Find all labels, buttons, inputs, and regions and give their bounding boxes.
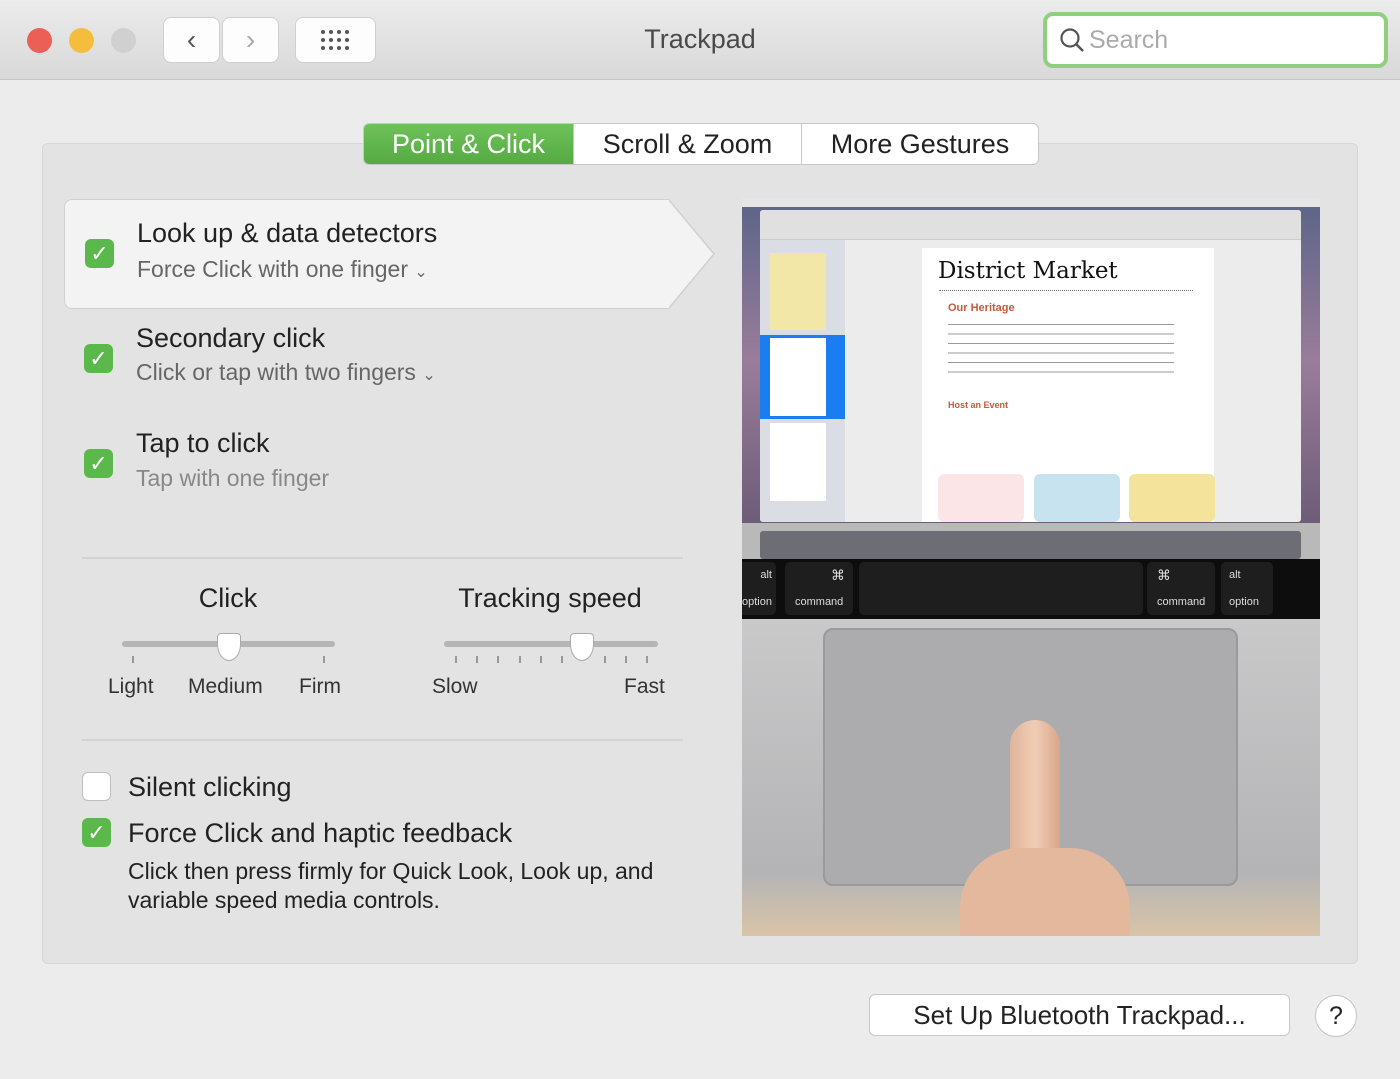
force-click-checkbox[interactable]: ✓ [82,818,111,847]
document-page: District Market Our Heritage Host an Eve… [922,248,1215,522]
key-command-right: ⌘ command [1147,562,1215,615]
menu-bar [742,198,1320,207]
divider [82,557,683,559]
pages-window: District Market Our Heritage Host an Eve… [760,210,1301,522]
card [1129,474,1215,522]
look-up-checkbox[interactable]: ✓ [85,239,114,268]
option-title: Look up & data detectors [137,218,438,248]
key-option-right: alt option [1221,562,1273,615]
tap-to-click-checkbox[interactable]: ✓ [84,449,113,478]
tick [497,656,500,663]
tick [561,656,564,663]
tick-label-slow: Slow [432,675,478,698]
tab-point-and-click[interactable]: Point & Click [364,124,574,164]
silent-clicking-checkbox[interactable] [82,772,111,801]
tab-scroll-and-zoom[interactable]: Scroll & Zoom [574,124,802,164]
option-secondary-click[interactable]: ✓ Secondary click Click or tap with two … [64,305,684,415]
thumbnail [770,423,826,501]
key-command-left: ⌘ command [785,562,853,615]
option-subtitle-menu[interactable]: Force Click with one finger ⌄ [137,256,428,283]
gesture-preview-video: District Market Our Heritage Host an Eve… [742,198,1320,936]
selection-arrow [668,199,715,309]
tick-label-fast: Fast [624,675,665,698]
tick-label-light: Light [108,675,154,698]
title-bar: ‹ › Trackpad Search [0,0,1400,80]
tick [624,656,627,663]
tab-more-gestures[interactable]: More Gestures [802,124,1038,164]
help-button[interactable]: ? [1315,995,1357,1037]
option-title: Tap to click [136,428,270,458]
tick [455,656,457,663]
hand [960,848,1130,936]
setup-bluetooth-trackpad-button[interactable]: Set Up Bluetooth Trackpad... [869,994,1290,1036]
silent-clicking-label: Silent clicking [128,772,292,802]
option-subtitle: Force Click with one finger [137,256,408,282]
tab-bar: Point & Click Scroll & Zoom More Gesture… [363,123,1039,165]
document-heading: Our Heritage [948,302,1015,314]
option-subtitle: Click or tap with two fingers [136,359,416,385]
dock [760,531,1301,559]
thumbnail [770,253,826,330]
page-thumbnails [760,240,845,522]
tick [476,656,479,663]
click-label: Click [198,583,258,613]
tick-label-medium: Medium [188,675,263,698]
force-click-label: Force Click and haptic feedback [128,818,513,848]
card [938,474,1024,522]
thumbnail-selected [760,335,845,419]
tracking-speed-slider[interactable] [444,641,658,647]
tick [603,656,606,663]
option-tap-to-click[interactable]: ✓ Tap to click Tap with one finger [64,410,684,520]
pages-toolbar [760,210,1301,240]
tick-label-firm: Firm [299,675,341,698]
tick [518,656,521,663]
option-look-up[interactable]: ✓ Look up & data detectors Force Click w… [64,199,715,309]
option-subtitle-menu[interactable]: Click or tap with two fingers ⌄ [136,359,436,386]
document-heading: Host an Event [948,400,1009,410]
tick [646,656,648,663]
tick [323,656,325,663]
option-title: Secondary click [136,323,326,353]
tick [539,656,542,663]
tracking-speed-label: Tracking speed [458,583,642,613]
document-text [948,320,1174,380]
document-title: District Market [938,258,1118,284]
search-placeholder: Search [1089,25,1169,54]
chevron-down-icon: ⌄ [414,264,428,281]
search-icon [1060,28,1084,52]
chevron-down-icon: ⌄ [422,367,436,384]
option-subtitle: Tap with one finger [136,465,330,491]
card [1034,474,1120,522]
search-field[interactable]: Search [1043,12,1388,68]
key-space [859,562,1143,615]
divider [82,739,683,741]
force-click-description: Click then press firmly for Quick Look, … [128,858,654,913]
key-option-left: alt option [742,562,776,615]
tick [132,656,134,663]
secondary-click-checkbox[interactable]: ✓ [84,344,113,373]
